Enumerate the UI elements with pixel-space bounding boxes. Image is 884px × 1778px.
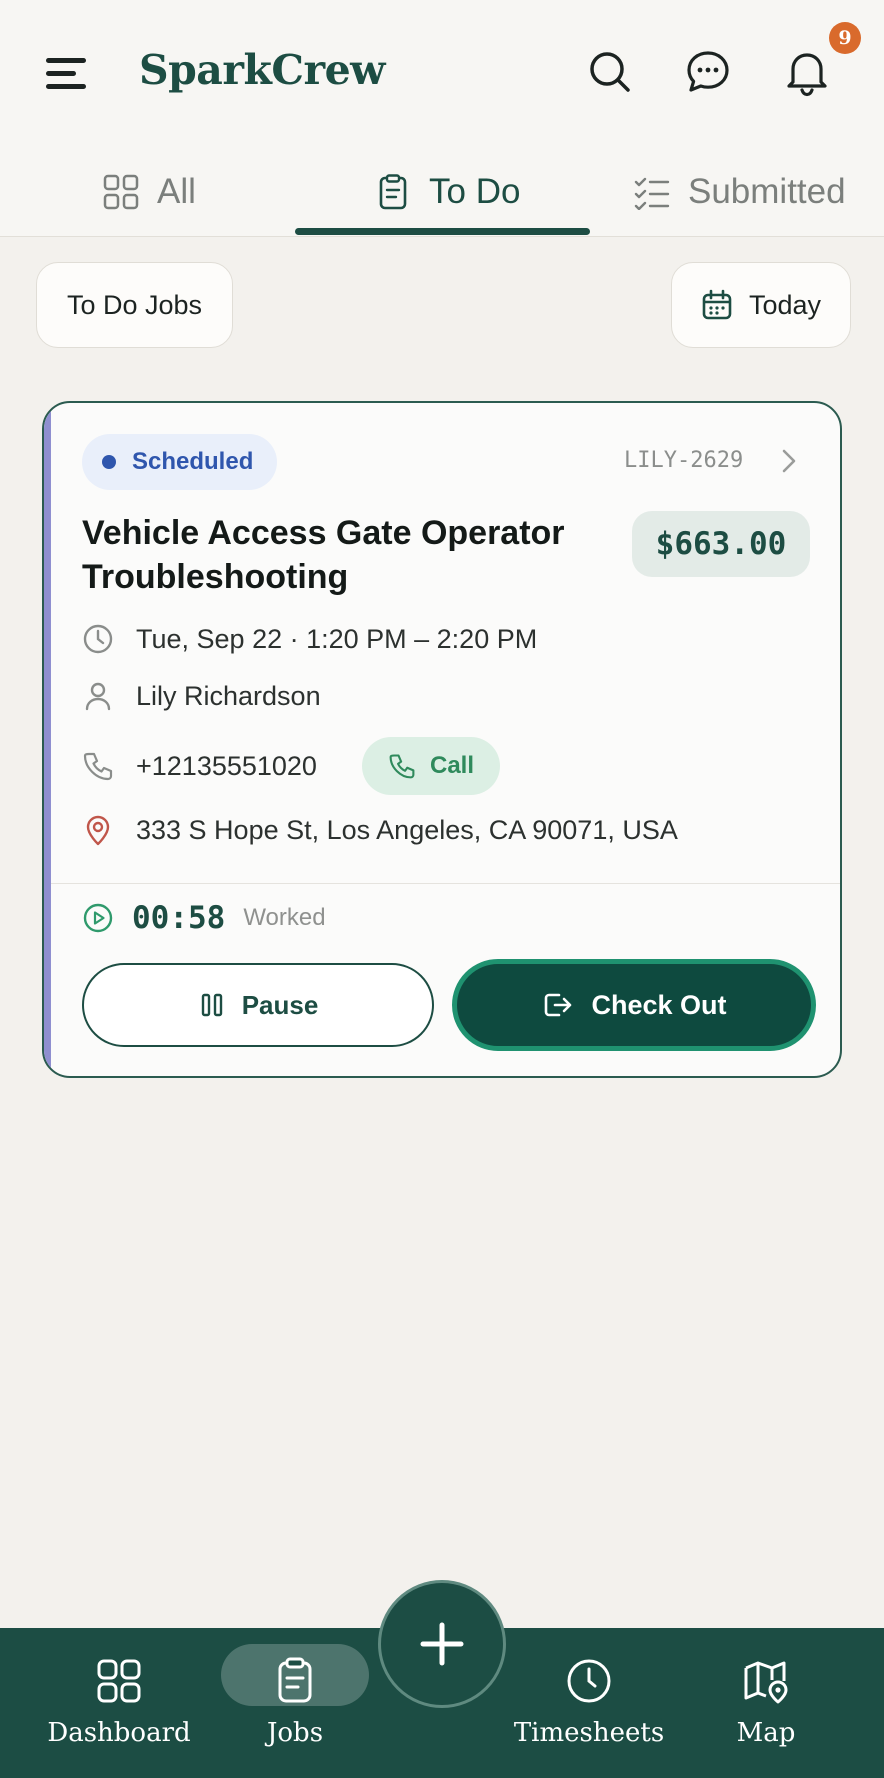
timer-value: 00:58 [132, 900, 226, 936]
bell-icon[interactable] [780, 45, 834, 99]
call-label: Call [429, 752, 474, 779]
check-out-label: Check Out [591, 989, 727, 1020]
play-circle-icon [83, 903, 113, 933]
tab-bar: All To Do Submitted [0, 150, 884, 237]
tab-todo-label: To Do [429, 172, 521, 211]
nav-map-label: Map [736, 1718, 796, 1748]
add-button[interactable] [378, 1580, 506, 1708]
tab-todo[interactable]: To Do [375, 162, 520, 222]
chevron-right-icon[interactable] [774, 446, 804, 476]
clock-icon [83, 624, 113, 654]
status-badge: Scheduled [82, 434, 278, 490]
status-label: Scheduled [132, 448, 254, 475]
job-price: $663.00 [632, 511, 810, 577]
date-filter-label: Today [748, 289, 822, 320]
job-id: LILY-2629 [624, 448, 744, 473]
nav-timesheets-label: Timesheets [513, 1718, 665, 1748]
checklist-icon [634, 177, 670, 210]
active-tab-indicator [295, 228, 590, 235]
phone-icon [389, 754, 415, 779]
job-datetime-row: Tue, Sep 22 · 1:20 PM – 2:20 PM [82, 623, 537, 655]
nav-dashboard-label: Dashboard [47, 1718, 191, 1748]
menu-icon[interactable] [46, 52, 96, 96]
address-row: 333 S Hope St, Los Angeles, CA 90071, US… [82, 814, 678, 846]
plus-icon [420, 1622, 464, 1666]
job-filter-label: To Do Jobs [66, 289, 203, 320]
job-address[interactable]: 333 S Hope St, Los Angeles, CA 90071, US… [136, 815, 678, 846]
map-icon [744, 1661, 788, 1704]
top-bar: SparkCrew 9 [0, 0, 884, 150]
job-card[interactable]: Scheduled LILY-2629 Vehicle Access Gate … [42, 401, 842, 1078]
nav-jobs-label: Jobs [266, 1718, 324, 1748]
person-icon [85, 682, 111, 711]
search-icon[interactable] [583, 45, 637, 99]
call-button[interactable]: Call [362, 737, 500, 795]
pause-button[interactable]: Pause [82, 963, 434, 1047]
pause-icon [201, 993, 222, 1017]
nav-timesheets[interactable]: Timesheets [501, 1650, 677, 1760]
clipboard-icon [278, 1657, 312, 1703]
phone-row: +12135551020 [82, 737, 317, 795]
grid-icon [103, 174, 139, 210]
nav-map[interactable]: Map [678, 1650, 854, 1760]
location-pin-icon [86, 815, 110, 846]
timer-label: Worked [243, 904, 326, 931]
notification-badge: 9 [829, 22, 861, 54]
job-filter-dropdown[interactable]: To Do Jobs [36, 262, 233, 348]
card-divider [51, 883, 840, 884]
customer-name: Lily Richardson [136, 680, 321, 711]
date-filter-button[interactable]: Today [671, 262, 851, 348]
job-title: Vehicle Access Gate Operator Troubleshoo… [82, 514, 565, 596]
tab-submitted-label: Submitted [688, 172, 846, 211]
chat-icon[interactable] [681, 45, 735, 99]
customer-row: Lily Richardson [82, 680, 321, 712]
tab-submitted[interactable]: Submitted [634, 162, 846, 222]
brand-logo: SparkCrew [139, 46, 385, 94]
nav-dashboard[interactable]: Dashboard [31, 1650, 207, 1760]
timer-row: 00:58 Worked [82, 900, 326, 936]
dashboard-icon [97, 1659, 141, 1703]
card-accent-bar [44, 403, 51, 1076]
pause-label: Pause [241, 989, 319, 1020]
job-datetime: Tue, Sep 22 · 1:20 PM – 2:20 PM [136, 623, 538, 654]
clock-icon [567, 1659, 611, 1703]
phone-icon [83, 752, 113, 781]
customer-phone[interactable]: +12135551020 [136, 751, 317, 782]
calendar-icon [702, 289, 732, 320]
logout-icon [545, 993, 572, 1017]
tab-all-label: All [157, 172, 196, 211]
check-out-button[interactable]: Check Out [452, 959, 816, 1051]
clipboard-icon [379, 174, 407, 210]
tab-all[interactable]: All [103, 162, 196, 222]
status-dot [102, 455, 116, 469]
nav-jobs[interactable]: Jobs [207, 1650, 383, 1760]
